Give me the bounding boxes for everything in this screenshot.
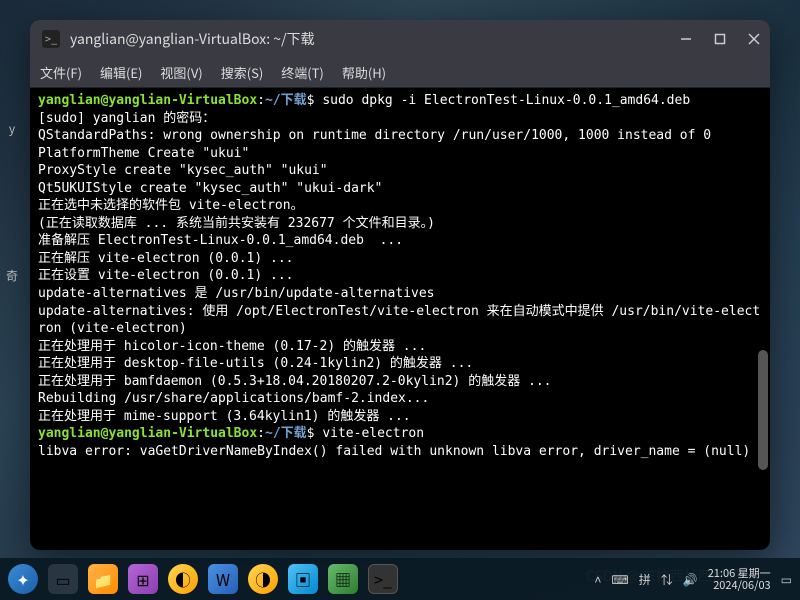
output-line: [sudo] yanglian 的密码： xyxy=(38,111,215,126)
tray-input-icon[interactable]: 拼 xyxy=(639,571,651,588)
app-purple-icon[interactable]: ⊞ xyxy=(128,564,158,594)
terminal-body[interactable]: yanglian@yanglian-VirtualBox:~/下载$ sudo … xyxy=(30,88,770,550)
output-line: 正在解压 vite-electron (0.0.1) ... xyxy=(38,251,294,266)
output-line: 正在处理用于 desktop-file-utils (0.24-1kylin2)… xyxy=(38,356,473,371)
output-line: Qt5UKUIStyle create "kysec_auth" "ukui-d… xyxy=(38,181,382,196)
output-line: libva error: vaGetDriverNameByIndex() fa… xyxy=(38,444,750,459)
menu-terminal[interactable]: 终端(T) xyxy=(281,63,324,82)
tray-volume-icon[interactable]: 🔊 xyxy=(683,571,698,588)
clock-date: 2024/06/03 xyxy=(708,579,771,591)
left-icon-a: y xyxy=(6,120,18,137)
output-line: 正在选中未选择的软件包 vite-electron。 xyxy=(38,198,304,213)
output-line: 正在处理用于 mime-support (3.64kylin1) 的触发器 ..… xyxy=(38,409,411,424)
window-title: yanglian@yanglian-VirtualBox: ~/下载 xyxy=(70,29,678,49)
titlebar[interactable]: >_ yanglian@yanglian-VirtualBox: ~/下载 xyxy=(30,20,770,58)
terminal-window: >_ yanglian@yanglian-VirtualBox: ~/下载 文件… xyxy=(30,20,770,550)
terminal-icon: >_ xyxy=(42,30,60,48)
menubar: 文件(F) 编辑(E) 视图(V) 搜索(S) 终端(T) 帮助(H) xyxy=(30,58,770,88)
menu-file[interactable]: 文件(F) xyxy=(40,63,82,82)
output-line: 正在处理用于 bamfdaemon (0.5.3+18.04.20180207.… xyxy=(38,374,552,389)
output-line: 正在处理用于 hicolor-icon-theme (0.17-2) 的触发器 … xyxy=(38,339,426,354)
browser-icon[interactable]: ◐ xyxy=(168,564,198,594)
scrollbar[interactable] xyxy=(758,90,768,546)
output-line: 准备解压 ElectronTest-Linux-0.0.1_amd64.deb … xyxy=(38,233,403,248)
desktop-left-text: y 奇 xyxy=(6,120,18,284)
output-line: (正在读取数据库 ... 系统当前共安装有 232677 个文件和目录。) xyxy=(38,216,435,231)
task-view-icon[interactable]: ▭ xyxy=(48,564,78,594)
menu-help[interactable]: 帮助(H) xyxy=(342,63,386,82)
taskbar: ✦ ▭ 📁 ⊞ ◐ W ◑ ▣ ▦ >_ ˄ ⌨ 拼 ⇅ 🔊 21:06 星期一… xyxy=(0,558,800,600)
prompt-user: yanglian xyxy=(38,93,101,108)
output-line: ProxyStyle create "kysec_auth" "ukui" xyxy=(38,163,328,178)
terminal-taskbar-icon[interactable]: >_ xyxy=(368,564,398,594)
app-blue-icon[interactable]: W xyxy=(208,564,238,594)
output-line: Rebuilding /usr/share/applications/bamf-… xyxy=(38,391,429,406)
output-line: QStandardPaths: wrong ownership on runti… xyxy=(38,128,711,143)
system-tray: ˄ ⌨ 拼 ⇅ 🔊 21:06 星期一 2024/06/03 ▭ xyxy=(594,567,792,591)
clock[interactable]: 21:06 星期一 2024/06/03 xyxy=(708,567,771,591)
menu-search[interactable]: 搜索(S) xyxy=(221,63,264,82)
tray-keyboard-icon[interactable]: ⌨ xyxy=(611,571,628,588)
menu-edit[interactable]: 编辑(E) xyxy=(100,63,142,82)
tray-network-icon[interactable]: ⇅ xyxy=(661,571,673,588)
maximize-button[interactable] xyxy=(712,31,728,47)
output-line: update-alternatives 是 /usr/bin/update-al… xyxy=(38,286,435,301)
start-button[interactable]: ✦ xyxy=(8,564,38,594)
app-cyan-icon[interactable]: ▣ xyxy=(288,564,318,594)
scroll-thumb[interactable] xyxy=(758,350,768,470)
browser2-icon[interactable]: ◑ xyxy=(248,564,278,594)
menu-view[interactable]: 视图(V) xyxy=(160,63,202,82)
command-1: sudo dpkg -i ElectronTest-Linux-0.0.1_am… xyxy=(322,93,690,108)
app-green-icon[interactable]: ▦ xyxy=(328,564,358,594)
command-2: vite-electron xyxy=(322,426,424,441)
tray-chevron-icon[interactable]: ˄ xyxy=(594,571,601,588)
file-manager-icon[interactable]: 📁 xyxy=(88,564,118,594)
left-icon-b: 奇 xyxy=(6,267,18,284)
close-button[interactable] xyxy=(746,31,762,47)
minimize-button[interactable] xyxy=(678,31,694,47)
tray-notification-icon[interactable]: ▭ xyxy=(781,571,792,588)
output-line: 正在设置 vite-electron (0.0.1) ... xyxy=(38,268,294,283)
output-line: update-alternatives: 使用 /opt/ElectronTes… xyxy=(38,304,760,337)
output-line: PlatformTheme Create "ukui" xyxy=(38,146,249,161)
